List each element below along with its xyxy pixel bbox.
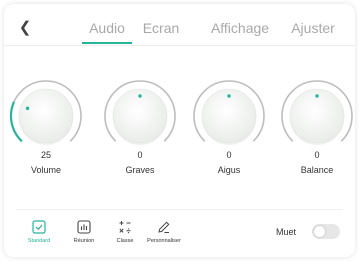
back-button[interactable]: ❮	[18, 18, 32, 38]
knob-indicator-dot	[138, 94, 142, 98]
math-operators-icon	[119, 221, 131, 234]
mode-personnaliser-button[interactable]: Personnaliser	[142, 219, 186, 244]
knob-indicator-dot	[25, 106, 30, 111]
mute-label: Muet	[276, 227, 297, 237]
footer-divider	[16, 209, 343, 210]
mute-toggle-thumb	[314, 226, 325, 237]
balance-value: 0	[314, 150, 320, 160]
tab-affichage[interactable]: Affichage	[211, 18, 269, 40]
knob-indicator-dot	[315, 94, 319, 98]
graves-knob[interactable]	[100, 76, 180, 156]
graves-value: 0	[137, 150, 143, 160]
mode-classe-button[interactable]: Classe	[103, 219, 147, 244]
aigus-knob[interactable]	[189, 76, 269, 156]
mode-standard-button[interactable]: Standard	[17, 219, 61, 244]
aigus-value: 0	[226, 150, 232, 160]
chevron-left-icon: ❮	[18, 19, 32, 36]
header-divider	[4, 45, 355, 46]
mode-reunion-button[interactable]: Réunion	[62, 219, 106, 244]
tab-audio[interactable]: Audio	[89, 18, 125, 40]
mode-personnaliser-label: Personnaliser	[147, 238, 181, 244]
knob-body	[18, 88, 74, 144]
tab-ecran[interactable]: Ecran	[143, 18, 180, 40]
aigus-label: Aigus	[217, 165, 241, 175]
mode-reunion-label: Réunion	[73, 238, 95, 244]
mode-classe-label: Classe	[116, 238, 134, 244]
balance-knob[interactable]	[277, 76, 355, 156]
active-tab-indicator	[82, 42, 132, 44]
graves-label: Graves	[125, 165, 155, 175]
chart-box-icon	[77, 220, 91, 234]
knob-indicator-dot	[227, 94, 231, 98]
volume-knob[interactable]	[6, 76, 86, 156]
mute-toggle[interactable]	[312, 224, 340, 239]
volume-value: 25	[40, 150, 51, 160]
checkbox-icon	[32, 220, 46, 234]
pencil-icon	[158, 221, 170, 233]
tab-ajuster[interactable]: Ajuster	[291, 18, 335, 40]
audio-settings-panel: ❮ Audio Ecran Affichage Ajuster 25 Volum…	[4, 4, 355, 257]
balance-label: Balance	[300, 165, 334, 175]
mode-standard-label: Standard	[27, 238, 51, 244]
volume-label: Volume	[30, 165, 62, 175]
